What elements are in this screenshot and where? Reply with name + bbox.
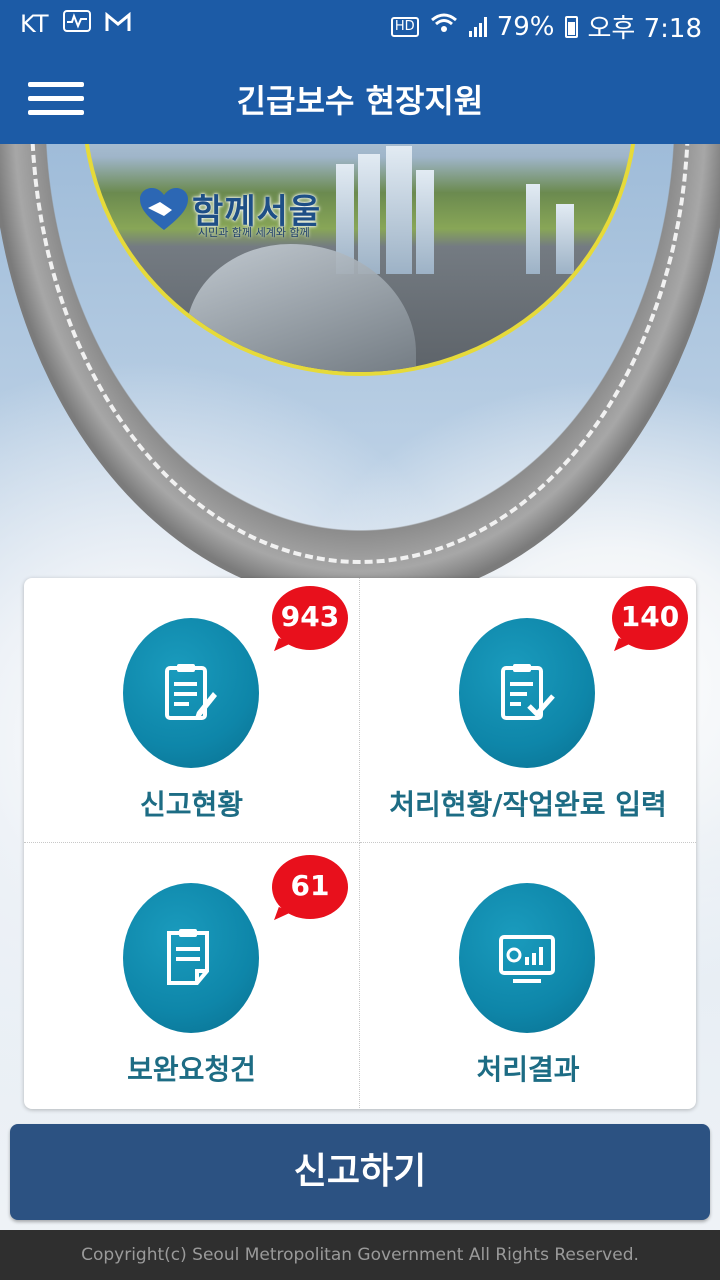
menu-item-supplement-requests[interactable]: 보완요청건 61 — [24, 843, 360, 1108]
car-image — [186, 244, 416, 372]
status-bar: KT HD 79% 오후 7:18 — [0, 0, 720, 52]
checklist-icon — [459, 618, 595, 768]
page-title: 긴급보수 현장지원 — [236, 82, 484, 120]
badge-count: 140 — [620, 600, 680, 633]
menu-item-label: 신고현황 — [139, 788, 244, 821]
report-list-icon — [123, 618, 259, 768]
battery-percent: 79% — [496, 11, 555, 42]
gmail-icon — [105, 10, 131, 38]
badge-count: 61 — [290, 869, 330, 902]
app-bar: 긴급보수 현장지원 — [0, 52, 720, 144]
monitor-chart-icon — [459, 883, 595, 1033]
menu-item-label: 처리결과 — [476, 1053, 580, 1086]
seoul-heart-logo — [140, 188, 188, 230]
menu-item-report-status[interactable]: 신고현황 943 — [24, 578, 360, 843]
activity-icon — [62, 10, 91, 38]
battery-icon — [564, 15, 578, 38]
wifi-icon — [429, 11, 459, 42]
report-button[interactable]: 신고하기 — [10, 1124, 710, 1220]
signal-icon — [468, 16, 487, 37]
menu-item-label: 처리현황/작업완료 입력 — [389, 788, 667, 821]
copyright-footer: Copyright(c) Seoul Metropolitan Governme… — [0, 1230, 720, 1280]
logo-subtitle: 시민과 함께 세계와 함께 — [198, 226, 310, 239]
count-badge: 943 — [272, 586, 352, 656]
badge-count: 943 — [280, 600, 340, 633]
menu-item-processing-results[interactable]: 처리결과 — [360, 843, 696, 1108]
menu-item-label: 보완요청건 — [127, 1053, 256, 1086]
menu-item-processing-status[interactable]: 처리현황/작업완료 입력 140 — [360, 578, 696, 843]
clipboard-icon — [123, 883, 259, 1033]
carrier-label: KT — [20, 10, 49, 38]
count-badge: 140 — [612, 586, 692, 656]
clock: 오후 7:18 — [587, 14, 703, 44]
hd-icon: HD — [390, 16, 419, 37]
count-badge: 61 — [272, 855, 352, 925]
menu-grid: 신고현황 943 처리현황/작업완료 입력 140 보완요청건 61 처리결과 — [24, 578, 696, 1109]
